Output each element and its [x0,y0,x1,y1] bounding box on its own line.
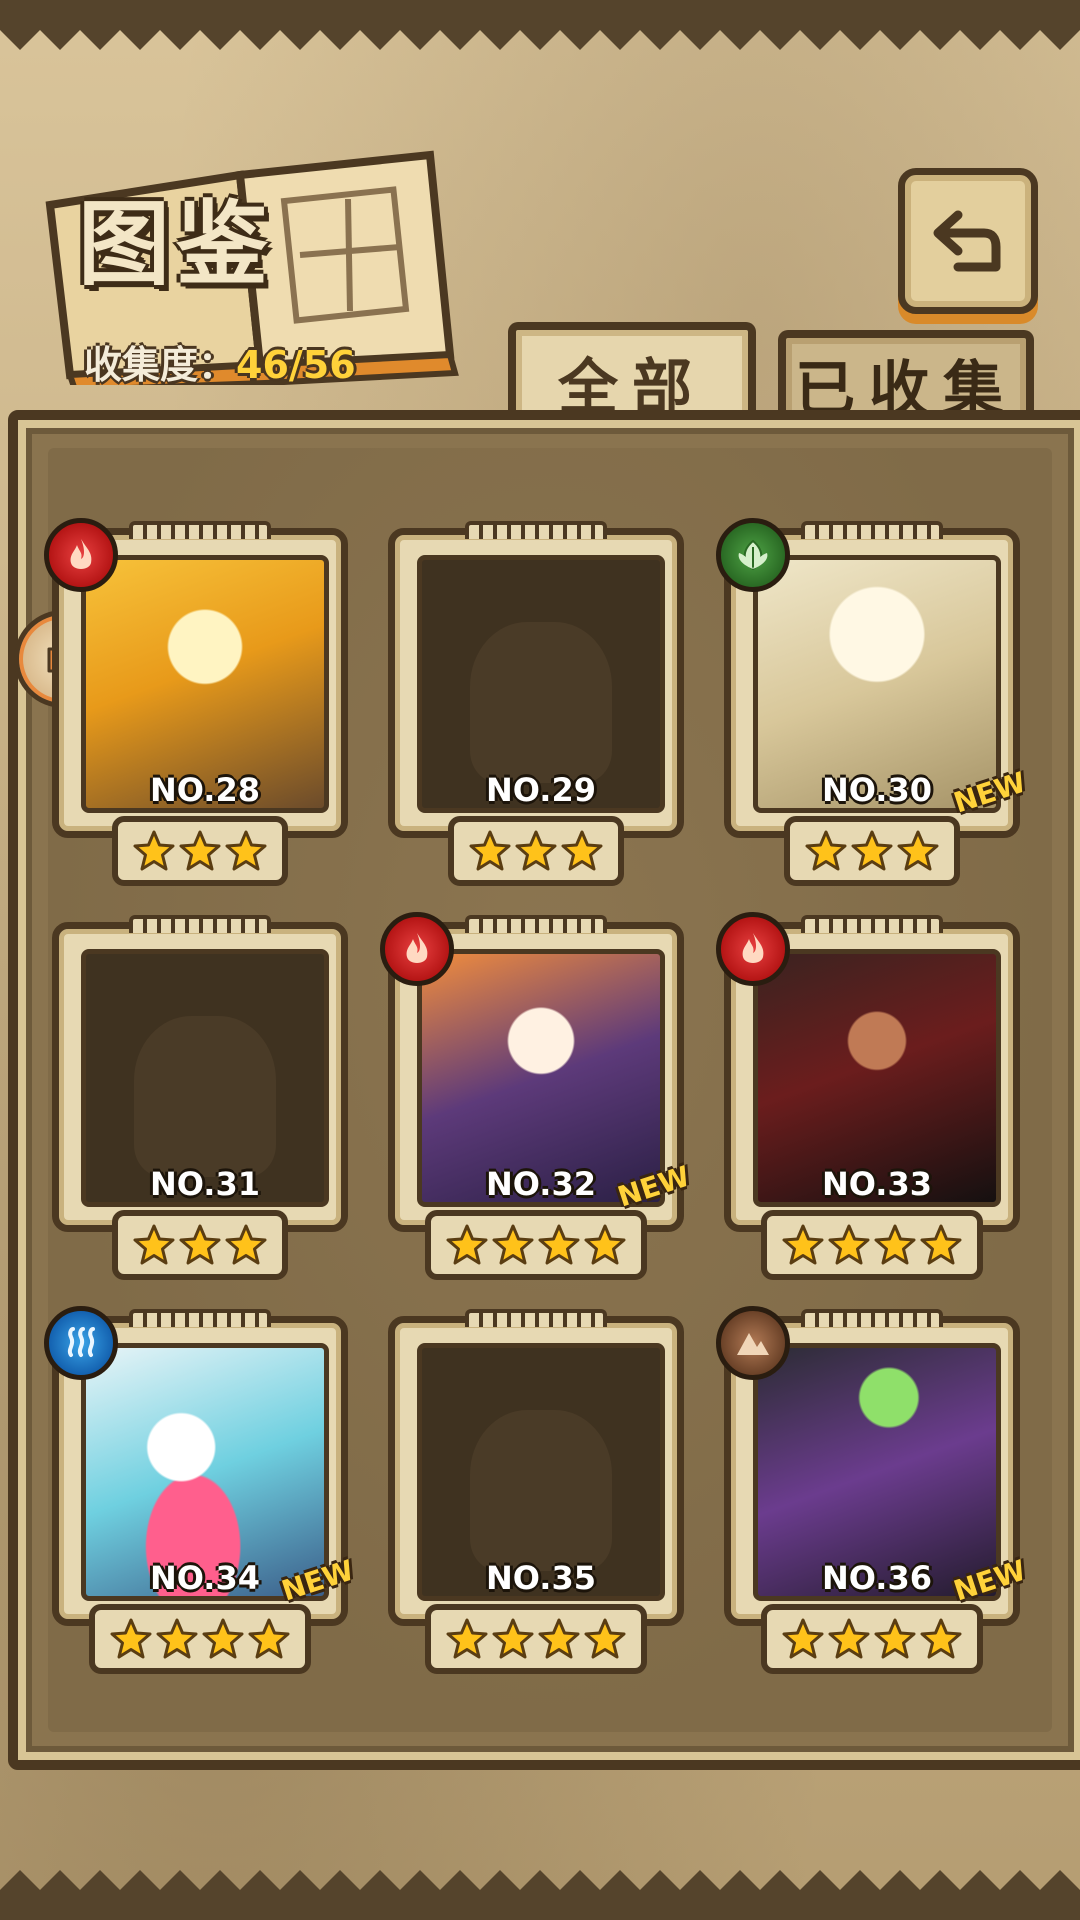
star-rating [425,1604,647,1674]
water-icon [44,1306,118,1380]
star-icon [202,1618,244,1659]
star-icon [538,1618,580,1659]
fire-icon [716,912,790,986]
earth-icon [716,1306,790,1380]
star-icon [515,830,557,871]
card-number: NO.28 [150,771,260,809]
star-icon [584,1618,626,1659]
star-icon [538,1224,580,1265]
star-icon [782,1618,824,1659]
character-card[interactable]: NO.35 [388,1309,684,1674]
character-card[interactable]: NO.36 NEW [716,1306,1029,1674]
star-icon [469,830,511,871]
card-number: NO.31 [150,1165,260,1203]
star-rating [784,816,960,886]
card-number: NO.35 [486,1559,596,1597]
star-rating [425,1210,647,1280]
star-icon [248,1618,290,1659]
collection-progress: 收集度：46/56 [84,334,356,389]
star-icon [782,1224,824,1265]
card-frame: NO.31 [52,915,348,1232]
star-icon [446,1618,488,1659]
star-icon [584,1224,626,1265]
star-icon [446,1224,488,1265]
star-icon [828,1224,870,1265]
top-zigzag-border [0,0,1080,50]
card-frame: NO.35 [388,1309,684,1626]
character-card[interactable]: NO.34 NEW [44,1306,357,1674]
character-card[interactable]: NO.29 [388,521,684,886]
star-icon [110,1618,152,1659]
star-rating [761,1210,983,1280]
character-card[interactable]: NO.31 [52,915,348,1280]
back-button[interactable] [898,168,1038,314]
fire-icon [44,518,118,592]
star-icon [805,830,847,871]
star-icon [156,1618,198,1659]
return-arrow-icon [933,210,1001,272]
star-rating [448,816,624,886]
star-rating [112,1210,288,1280]
card-number: NO.29 [486,771,596,809]
card-frame: NO.29 [388,521,684,838]
card-number: NO.33 [822,1165,932,1203]
star-icon [492,1618,534,1659]
star-rating [112,816,288,886]
character-card[interactable]: NO.33 [716,912,1020,1280]
star-icon [920,1224,962,1265]
bottom-zigzag-border [0,1870,1080,1920]
star-icon [225,830,267,871]
character-card[interactable]: NO.32 NEW [380,912,693,1280]
star-icon [179,1224,221,1265]
star-icon [851,830,893,871]
star-icon [179,830,221,871]
star-icon [874,1224,916,1265]
star-icon [874,1618,916,1659]
star-rating [761,1604,983,1674]
fire-icon [380,912,454,986]
character-card[interactable]: NO.30 NEW [716,518,1029,886]
star-icon [828,1618,870,1659]
leaf-icon [716,518,790,592]
star-icon [133,830,175,871]
collection-label: 收集度： [84,343,237,387]
star-icon [561,830,603,871]
character-card[interactable]: NO.28 [44,518,348,886]
star-rating [89,1604,311,1674]
star-icon [920,1618,962,1659]
star-icon [492,1224,534,1265]
star-icon [133,1224,175,1265]
star-icon [225,1224,267,1265]
star-icon [897,830,939,871]
page-title: 图鉴 [78,191,275,298]
collection-value: 46/56 [236,343,356,387]
